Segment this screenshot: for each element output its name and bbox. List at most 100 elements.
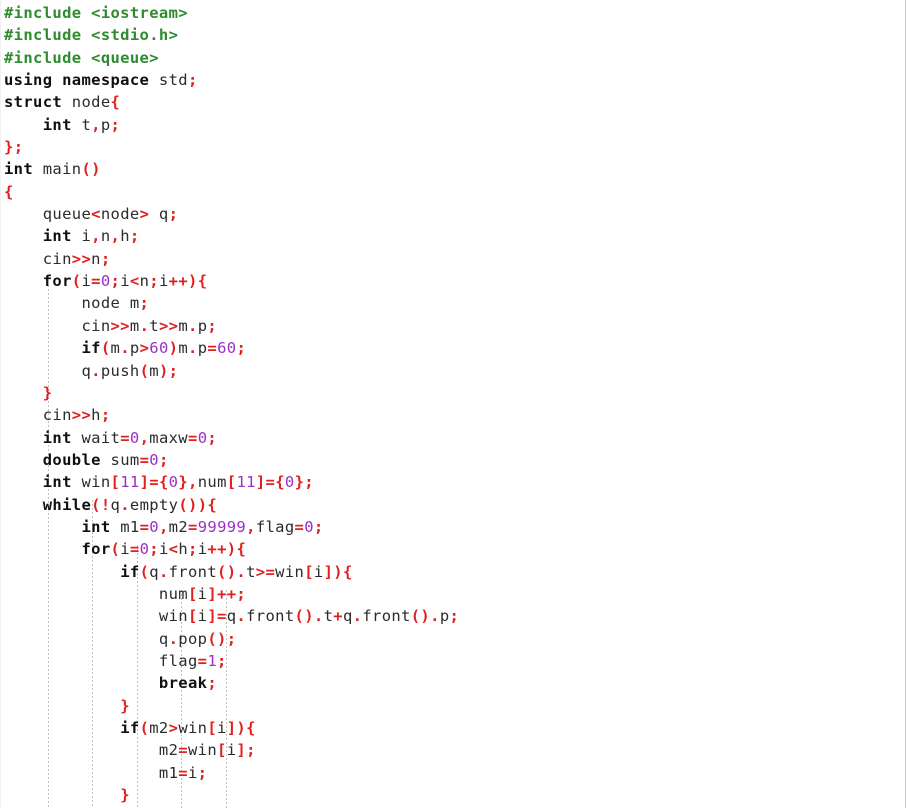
token-id: flag: [4, 651, 198, 670]
token-punc: ;: [110, 115, 121, 134]
code-line: cin>>n;: [4, 248, 904, 270]
token-punc: .: [313, 607, 324, 626]
token-id: t: [323, 607, 334, 626]
token-op: >=: [255, 562, 276, 581]
token-punc: .: [158, 562, 169, 581]
token-id: p: [439, 607, 450, 626]
code-line: cin>>m.t>>m.p;: [4, 315, 904, 337]
token-num: 0: [149, 517, 159, 536]
code-line: queue<node> q;: [4, 203, 904, 225]
token-punc: (): [217, 562, 237, 581]
token-id: std: [158, 71, 188, 90]
token-id: h: [120, 227, 130, 246]
token-op: =: [294, 517, 305, 536]
token-op: <: [91, 205, 101, 224]
token-id: q: [149, 562, 159, 581]
token-punc: ;: [149, 272, 159, 291]
token-op: !: [100, 495, 111, 514]
token-num: 11: [120, 473, 140, 492]
token-id: n: [100, 227, 111, 246]
token-punc: ;: [110, 272, 121, 291]
token-kw: int: [81, 517, 121, 536]
code-line: int main(): [4, 158, 904, 180]
token-kw: int: [42, 227, 82, 246]
token-brace: }: [120, 696, 130, 715]
token-op: =: [207, 339, 218, 358]
token-num: 0: [139, 540, 150, 559]
token-num: 0: [197, 428, 208, 447]
token-punc: ;: [168, 205, 179, 224]
token-punc: .: [430, 607, 440, 626]
token-punc: (: [139, 719, 150, 737]
token-id: h: [178, 540, 189, 559]
code-line: }: [4, 784, 904, 806]
code-line: }: [4, 382, 904, 404]
token-id: main: [42, 160, 82, 179]
token-id: m: [110, 339, 121, 358]
token-num: 60: [217, 339, 237, 358]
token-punc: ,: [139, 428, 150, 447]
token-op: >: [139, 339, 150, 358]
token-punc: (): [294, 607, 314, 626]
code-line: for(i=0;i<h;i++){: [4, 538, 904, 560]
code-line: cin>>h;: [4, 404, 904, 426]
token-id: t: [149, 316, 159, 335]
token-punc: ;: [217, 651, 227, 670]
code-line: double sum=0;: [4, 449, 904, 471]
code-line: int m1=0,m2=99999,flag=0;: [4, 516, 904, 538]
token-id: m1: [4, 763, 179, 782]
code-line: #include <queue>: [4, 47, 904, 69]
token-op: +: [333, 607, 343, 626]
token-id: i: [158, 272, 169, 291]
token-id: empty: [129, 495, 179, 514]
token-id: queue: [4, 205, 92, 224]
token-id: i: [217, 719, 227, 737]
token-punc: [: [217, 741, 227, 760]
token-punc: .: [120, 339, 130, 358]
token-id: q: [4, 629, 169, 648]
token-id: i: [197, 584, 208, 603]
token-kw: using namespace: [4, 71, 159, 90]
token-id: win: [275, 562, 305, 581]
code-line: flag=1;: [4, 650, 904, 672]
code-line: if(m.p>60)m.p=60;: [4, 337, 904, 359]
token-id: m2: [149, 719, 169, 737]
token-punc: [: [226, 473, 237, 492]
token-punc: ;: [129, 227, 140, 246]
token-punc: ): [188, 272, 198, 291]
code-line: int i,n,h;: [4, 225, 904, 247]
token-punc: .: [188, 316, 198, 335]
token-op: >>: [71, 249, 92, 268]
token-brace: }: [178, 473, 189, 492]
token-punc: .: [352, 607, 363, 626]
token-op: ++: [168, 272, 189, 291]
code-line: while(!q.empty()){: [4, 494, 904, 516]
token-brace: {: [110, 93, 121, 112]
code-line: if(m2>win[i]){: [4, 717, 904, 739]
token-brace: }: [42, 383, 53, 402]
token-id: q: [342, 607, 353, 626]
token-id: i: [120, 540, 130, 559]
token-id: p: [100, 115, 111, 134]
token-punc: ;: [207, 674, 218, 693]
token-id: node: [71, 93, 111, 112]
token-id: num: [197, 473, 227, 492]
token-kw: while: [42, 495, 92, 514]
token-id: t: [81, 115, 92, 134]
token-id: m1: [120, 517, 140, 536]
token-op: >: [168, 719, 179, 737]
token-op: >>: [158, 316, 179, 335]
token-op: =: [188, 517, 198, 536]
token-punc: (): [178, 495, 198, 514]
token-punc: ;: [149, 540, 159, 559]
token-punc: ,: [188, 473, 198, 492]
token-punc: (: [110, 540, 121, 559]
code-line: for(i=0;i<n;i++){: [4, 270, 904, 292]
token-id: m: [178, 316, 188, 335]
token-punc: (: [100, 339, 111, 358]
token-punc: ]: [226, 719, 237, 737]
token-op: =: [120, 428, 130, 447]
token-punc: [: [110, 473, 121, 492]
token-id: m2: [168, 517, 189, 536]
token-punc: ): [158, 361, 169, 380]
